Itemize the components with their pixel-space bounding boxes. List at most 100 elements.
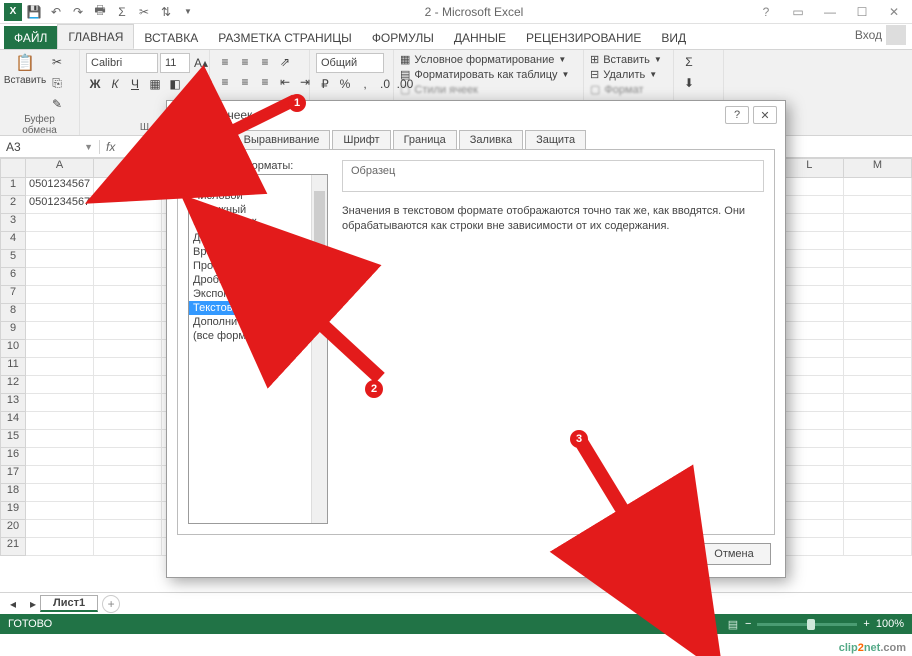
cell[interactable] <box>26 502 94 520</box>
tab-home[interactable]: ГЛАВНАЯ <box>57 24 134 49</box>
cell[interactable] <box>844 466 912 484</box>
cell[interactable] <box>94 286 162 304</box>
autosum-icon[interactable]: Σ <box>114 4 130 20</box>
help-icon[interactable]: ? <box>752 4 780 20</box>
sheet-nav-prev-icon[interactable]: ◂ <box>4 595 22 613</box>
cut-button[interactable]: ✂ <box>48 53 66 71</box>
format-painter-button[interactable]: ✎ <box>48 95 66 113</box>
redo-icon[interactable]: ↷ <box>70 4 86 20</box>
format-option[interactable]: Дополнительный <box>189 315 327 329</box>
format-option[interactable]: Дробный <box>189 273 327 287</box>
qat-dropdown-icon[interactable]: ▼ <box>180 4 196 20</box>
cell[interactable] <box>94 376 162 394</box>
undo-icon[interactable]: ↶ <box>48 4 64 20</box>
currency-icon[interactable]: ₽ <box>316 75 334 93</box>
zoom-level[interactable]: 100% <box>876 618 904 630</box>
format-option[interactable]: Числовой <box>189 189 327 203</box>
row-header[interactable]: 10 <box>0 340 26 358</box>
cell[interactable] <box>844 358 912 376</box>
cell[interactable] <box>94 196 162 214</box>
paste-button[interactable]: 📋 Вставить <box>6 53 44 86</box>
increase-font-icon[interactable]: A▴ <box>192 54 210 72</box>
name-box[interactable]: A3▼ <box>0 140 100 154</box>
row-header[interactable]: 2 <box>0 196 26 214</box>
listbox-scrollbar[interactable] <box>311 175 327 523</box>
page-layout-view-icon[interactable]: ▥ <box>697 616 721 632</box>
row-header[interactable]: 6 <box>0 268 26 286</box>
cell[interactable] <box>844 484 912 502</box>
cell[interactable] <box>26 322 94 340</box>
fill-color-button[interactable]: ◧ <box>166 75 184 93</box>
tab-layout[interactable]: РАЗМЕТКА СТРАНИЦЫ <box>208 26 362 49</box>
row-header[interactable]: 20 <box>0 520 26 538</box>
ok-button[interactable]: OK <box>615 543 689 565</box>
cell[interactable] <box>26 286 94 304</box>
maximize-icon[interactable]: ☐ <box>848 4 876 20</box>
tab-data[interactable]: ДАННЫЕ <box>444 26 516 49</box>
format-cells-button[interactable]: ▢Формат <box>590 83 643 96</box>
cell[interactable] <box>844 178 912 196</box>
row-header[interactable]: 17 <box>0 466 26 484</box>
autosum-button[interactable]: Σ <box>680 53 698 71</box>
italic-button[interactable]: К <box>106 75 124 93</box>
row-header[interactable]: 18 <box>0 484 26 502</box>
sheet-tab[interactable]: Лист1 <box>40 595 98 612</box>
conditional-format-button[interactable]: ▦Условное форматирование▼ <box>400 53 566 66</box>
zoom-in-icon[interactable]: + <box>863 618 869 630</box>
insert-cells-button[interactable]: ⊞Вставить▼ <box>590 53 662 66</box>
cell[interactable] <box>26 484 94 502</box>
cut-icon[interactable]: ✂ <box>136 4 152 20</box>
cell[interactable] <box>26 448 94 466</box>
cell[interactable] <box>94 304 162 322</box>
column-header[interactable]: B <box>94 158 162 178</box>
cell[interactable] <box>844 268 912 286</box>
font-color-button[interactable]: A <box>186 75 204 93</box>
format-option[interactable]: (все форматы) <box>189 329 327 343</box>
close-icon[interactable]: ✕ <box>880 4 908 20</box>
format-option[interactable]: Процентный <box>189 259 327 273</box>
cell-styles-button[interactable]: ▢Стили ячеек <box>400 83 478 96</box>
cell[interactable] <box>844 232 912 250</box>
delete-cells-button[interactable]: ⊟Удалить▼ <box>590 68 657 81</box>
cell[interactable] <box>844 376 912 394</box>
cell[interactable] <box>94 448 162 466</box>
normal-view-icon[interactable]: ▦ <box>673 616 697 632</box>
add-sheet-button[interactable]: + <box>102 595 120 613</box>
cell[interactable] <box>844 502 912 520</box>
bold-button[interactable]: Ж <box>86 75 104 93</box>
align-bottom-icon[interactable]: ≡ <box>256 53 274 71</box>
format-as-table-button[interactable]: ▤Форматировать как таблицу▼ <box>400 68 569 81</box>
cell[interactable] <box>844 304 912 322</box>
font-size-combo[interactable]: 11 <box>160 53 190 73</box>
cell[interactable] <box>844 286 912 304</box>
cell[interactable] <box>94 484 162 502</box>
tab-insert[interactable]: ВСТАВКА <box>134 26 208 49</box>
cell[interactable] <box>26 340 94 358</box>
cell[interactable] <box>94 412 162 430</box>
row-header[interactable]: 21 <box>0 538 26 556</box>
cancel-button[interactable]: Отмена <box>697 543 771 565</box>
row-header[interactable]: 5 <box>0 250 26 268</box>
fx-icon[interactable]: fx <box>100 140 121 154</box>
comma-icon[interactable]: , <box>356 75 374 93</box>
cell[interactable] <box>94 520 162 538</box>
format-option[interactable]: Текстовый <box>189 301 327 315</box>
cell[interactable] <box>26 232 94 250</box>
row-header[interactable]: 15 <box>0 430 26 448</box>
format-option[interactable]: Финансовый <box>189 217 327 231</box>
cell[interactable] <box>26 358 94 376</box>
cell[interactable] <box>844 322 912 340</box>
row-header[interactable]: 14 <box>0 412 26 430</box>
cell[interactable] <box>94 358 162 376</box>
cell[interactable] <box>844 430 912 448</box>
dialog-tab-font[interactable]: Шрифт <box>332 130 390 150</box>
zoom-out-icon[interactable]: − <box>745 618 751 630</box>
cell[interactable] <box>94 430 162 448</box>
format-option[interactable]: Экспоненциальный <box>189 287 327 301</box>
format-option[interactable]: Время <box>189 245 327 259</box>
cell[interactable] <box>94 340 162 358</box>
cell[interactable] <box>94 178 162 196</box>
cell[interactable] <box>26 214 94 232</box>
row-header[interactable]: 4 <box>0 232 26 250</box>
save-icon[interactable]: 💾 <box>26 4 42 20</box>
